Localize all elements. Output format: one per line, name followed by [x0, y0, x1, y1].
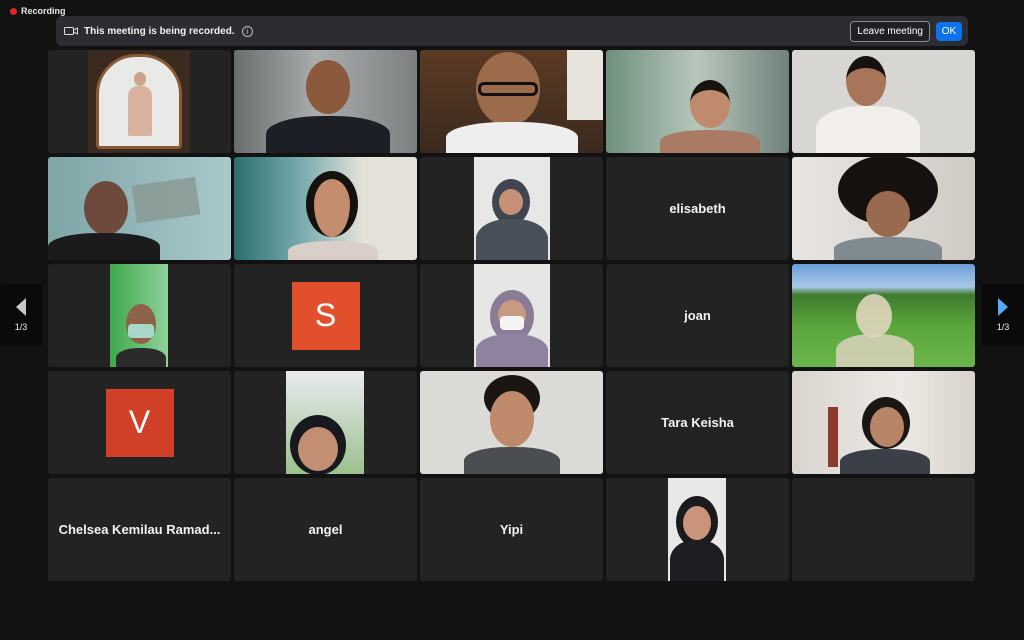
participant-name: joan — [684, 308, 711, 323]
participant-tile[interactable]: Chelsea Kemilau Ramad... — [48, 478, 231, 581]
man-with-glasses-video — [420, 50, 603, 153]
participant-tile[interactable] — [234, 157, 417, 260]
recording-dot-icon — [10, 7, 17, 15]
smiling-man-video — [234, 50, 417, 153]
participant-tile[interactable]: elisabeth — [606, 157, 789, 260]
participant-tile[interactable] — [234, 371, 417, 474]
participant-tile[interactable] — [420, 371, 603, 474]
man-video — [48, 157, 231, 260]
avatar: S — [291, 281, 360, 350]
participant-tile[interactable] — [420, 50, 603, 153]
recording-label: Recording — [21, 6, 66, 16]
woman-hijab-video — [474, 157, 550, 260]
participant-tile[interactable] — [48, 50, 231, 153]
camera-icon — [64, 27, 78, 35]
masked-man-video — [110, 264, 168, 367]
woman-hijab-video — [668, 478, 726, 581]
participant-tile[interactable]: Yipi — [420, 478, 603, 581]
info-icon[interactable]: i — [241, 25, 253, 37]
participant-tile[interactable] — [48, 264, 231, 367]
recording-indicator: Recording — [10, 6, 66, 16]
participant-tile[interactable]: angel — [234, 478, 417, 581]
participant-tile[interactable]: joan — [606, 264, 789, 367]
participant-tile[interactable] — [234, 50, 417, 153]
woman-headset-video — [792, 371, 975, 474]
participant-tile[interactable] — [792, 264, 975, 367]
prev-page-button[interactable]: 1/3 — [0, 284, 42, 346]
recording-banner: This meeting is being recorded. i Leave … — [56, 16, 968, 46]
rice-field-background-video — [792, 264, 975, 367]
participant-tile[interactable]: V — [48, 371, 231, 474]
woman-video — [234, 157, 417, 260]
girl-outdoor-video — [286, 371, 364, 474]
participant-tile[interactable] — [48, 157, 231, 260]
banner-message: This meeting is being recorded. — [84, 25, 235, 37]
participant-tile[interactable]: S — [234, 264, 417, 367]
page-indicator-right: 1/3 — [996, 322, 1010, 332]
participant-tile[interactable] — [792, 157, 975, 260]
avatar: V — [105, 388, 174, 457]
ok-button[interactable]: OK — [936, 21, 962, 41]
participant-tile[interactable] — [792, 50, 975, 153]
participant-name: angel — [308, 522, 343, 537]
next-page-button[interactable]: 1/3 — [982, 284, 1024, 346]
person-in-doorway-video — [88, 50, 190, 153]
leave-meeting-button[interactable]: Leave meeting — [850, 20, 930, 42]
participant-name: elisabeth — [669, 201, 726, 216]
participant-name: Tara Keisha — [661, 415, 734, 430]
participant-tile[interactable] — [420, 264, 603, 367]
participant-tile[interactable] — [792, 371, 975, 474]
chevron-left-icon — [16, 298, 26, 316]
young-man-video — [792, 50, 975, 153]
participant-tile[interactable] — [606, 50, 789, 153]
woman-with-glasses-video — [606, 50, 789, 153]
masked-woman-hijab-video — [474, 264, 550, 367]
chevron-right-icon — [998, 298, 1008, 316]
gallery-grid: elisabeth S joan V Tara Keisha Chelsea K… — [48, 50, 976, 581]
participant-tile[interactable] — [420, 157, 603, 260]
participant-name: Yipi — [499, 522, 524, 537]
participant-tile[interactable] — [606, 478, 789, 581]
empty-tile — [792, 478, 975, 581]
curly-hair-man-video — [792, 157, 975, 260]
participant-tile[interactable]: Tara Keisha — [606, 371, 789, 474]
young-man-video — [420, 371, 603, 474]
participant-name: Chelsea Kemilau Ramad... — [58, 522, 221, 537]
page-indicator-left: 1/3 — [14, 322, 28, 332]
